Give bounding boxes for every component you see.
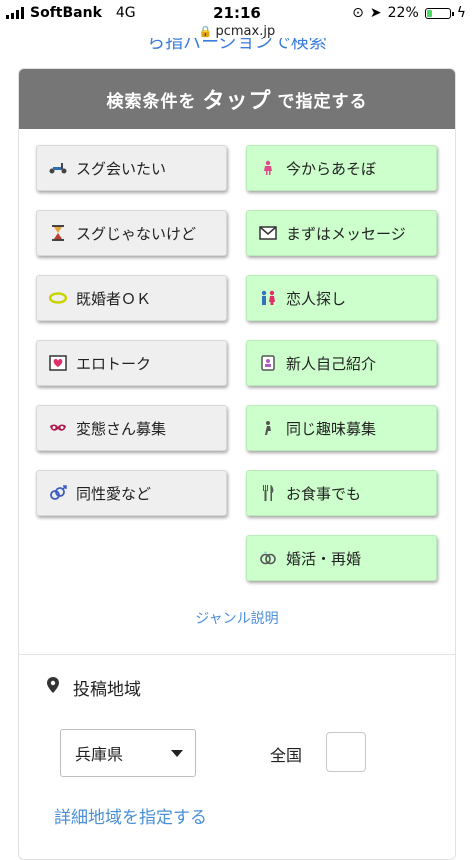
mask-icon: [49, 419, 67, 437]
ring-icon: [49, 289, 67, 307]
gender-symbols-icon: [49, 484, 67, 502]
prefecture-selected: 兵庫県: [75, 745, 124, 764]
genre-button-pervert[interactable]: 変態さん募集: [36, 405, 227, 451]
header-prefix: 検索条件を: [106, 91, 197, 112]
genre-button-play-now[interactable]: 今からあそぼ: [246, 145, 437, 191]
genre-button-message-first[interactable]: まずはメッセージ: [246, 210, 437, 256]
lock-icon: 🔒: [198, 25, 213, 38]
genre-button-label: スグ会いたい: [76, 159, 167, 178]
genre-button-label: 新人自己紹介: [286, 354, 377, 373]
genre-grid: スグ会いたい スグじゃないけど 既婚者ＯＫ エロトーク 変態さん募集 同性愛など…: [19, 129, 455, 653]
area-title-text: 投稿地域: [73, 680, 141, 700]
genre-button-label: お食事でも: [286, 484, 362, 503]
genre-button-meet-now[interactable]: スグ会いたい: [36, 145, 227, 191]
area-section-title: 投稿地域: [47, 675, 141, 700]
genre-button-label: 婚活・再婚: [286, 549, 362, 568]
genre-button-erotic-talk[interactable]: エロトーク: [36, 340, 227, 386]
genre-button-label: 同性愛など: [76, 484, 152, 503]
genre-button-dining[interactable]: お食事でも: [246, 470, 437, 516]
genre-button-label: 同じ趣味募集: [286, 419, 377, 438]
battery-icon: [424, 7, 454, 19]
genre-button-not-urgent[interactable]: スグじゃないけど: [36, 210, 227, 256]
genre-button-same-hobby[interactable]: 同じ趣味募集: [246, 405, 437, 451]
genre-button-label: まずはメッセージ: [286, 224, 406, 243]
genre-button-label: エロトーク: [76, 354, 152, 373]
status-right: ⊙ ➤ 22% ϟ: [352, 5, 466, 21]
genre-button-label: 変態さん募集: [76, 419, 167, 438]
hourglass-icon: [49, 224, 67, 242]
charging-icon: ϟ: [456, 5, 466, 21]
section-divider: [19, 654, 455, 655]
search-card: 検索条件を タップ で指定する スグ会いたい スグじゃないけど 既婚者ＯＫ エロ…: [18, 68, 456, 860]
rotation-lock-icon: ⊙: [352, 5, 364, 21]
search-header: 検索条件を タップ で指定する: [19, 69, 455, 129]
address-bar[interactable]: 🔒 pcmax.jp: [0, 24, 474, 39]
genre-explanation-link[interactable]: ジャンル説明: [19, 608, 455, 628]
detail-area-link[interactable]: 詳細地域を指定する: [54, 803, 207, 828]
chevron-down-icon: [171, 750, 183, 757]
version-switch-link[interactable]: ら指バージョンで検索: [0, 38, 474, 54]
genre-button-marriage[interactable]: 婚活・再婚: [246, 535, 437, 581]
nationwide-label: 全国: [270, 746, 303, 765]
genre-button-label: スグじゃないけど: [76, 224, 197, 243]
nationwide-checkbox[interactable]: [326, 732, 366, 772]
map-pin-icon: [47, 677, 59, 698]
header-suffix: で指定する: [277, 91, 368, 112]
battery-percent: 22%: [387, 5, 419, 21]
header-emphasis: タップ: [202, 89, 272, 114]
scooter-icon: [49, 159, 67, 177]
genre-button-label: 既婚者ＯＫ: [76, 289, 152, 308]
wedding-rings-icon: [259, 549, 277, 567]
envelope-icon: [259, 224, 277, 242]
prefecture-select[interactable]: 兵庫県: [60, 729, 196, 777]
status-bar: SoftBank 4G 21:16 ⊙ ➤ 22% ϟ: [0, 0, 474, 26]
hobby-figure-icon: [259, 419, 277, 437]
genre-button-find-lover[interactable]: 恋人探し: [246, 275, 437, 321]
dancer-icon: [259, 159, 277, 177]
genre-button-lgbt[interactable]: 同性愛など: [36, 470, 227, 516]
couple-icon: [259, 289, 277, 307]
heart-letter-icon: [49, 354, 67, 372]
genre-button-married-ok[interactable]: 既婚者ＯＫ: [36, 275, 227, 321]
genre-button-label: 今からあそぼ: [286, 159, 377, 178]
location-icon: ➤: [369, 5, 382, 21]
fork-knife-icon: [259, 484, 277, 502]
genre-button-newcomer-intro[interactable]: 新人自己紹介: [246, 340, 437, 386]
genre-button-label: 恋人探し: [286, 289, 347, 308]
profile-card-icon: [259, 354, 277, 372]
url-text: pcmax.jp: [215, 24, 276, 39]
